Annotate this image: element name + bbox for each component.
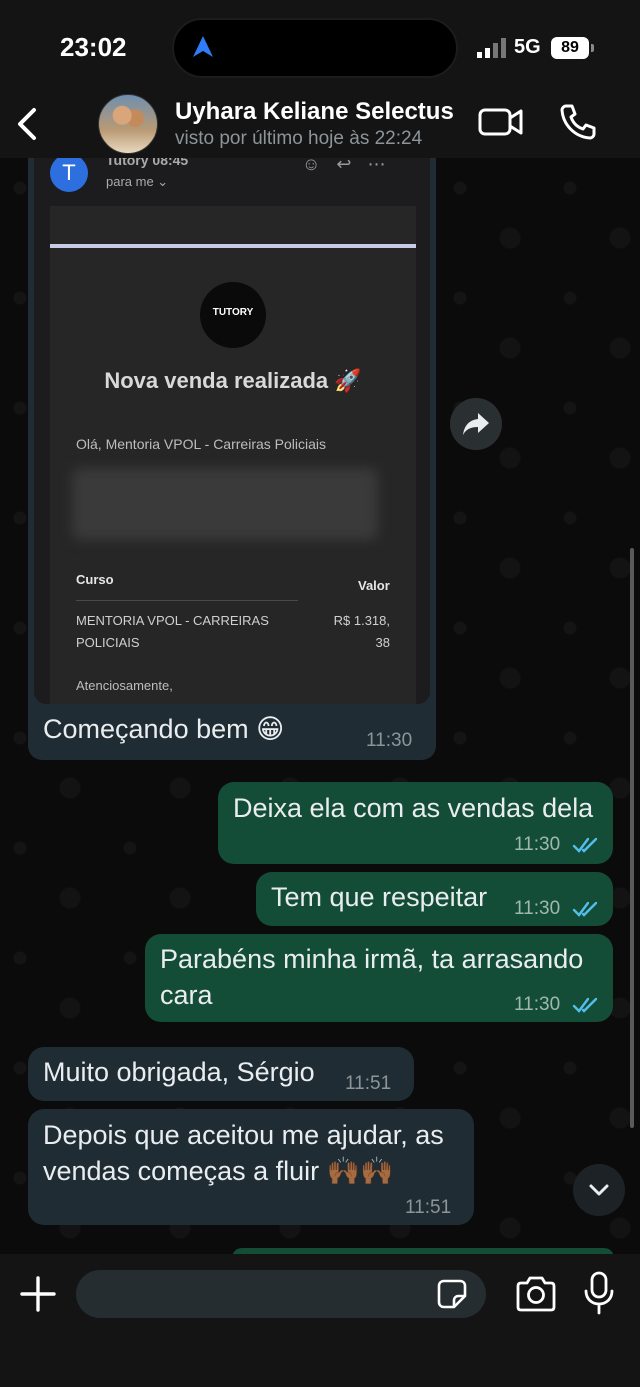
- battery-level: 89: [551, 37, 589, 59]
- last-seen-status: visto por último hoje às 22:24: [175, 128, 423, 149]
- read-ticks-icon: [572, 901, 598, 917]
- network-type: 5G: [514, 36, 541, 58]
- sticker-icon[interactable]: [436, 1278, 468, 1310]
- email-recipient: para me ⌄: [106, 174, 169, 189]
- outgoing-message[interactable]: Parabéns minha irmã, ta arrasando cara 1…: [145, 934, 613, 1022]
- email-sender-avatar: T: [50, 158, 88, 192]
- blurred-content: [72, 468, 378, 540]
- message-time: 11:30: [514, 898, 561, 919]
- chat-header: Uyhara Keliane Selectus visto por último…: [0, 90, 640, 158]
- email-header-bar: [50, 244, 416, 248]
- contact-name[interactable]: Uyhara Keliane Selectus: [175, 98, 454, 126]
- course-column-header: Curso: [76, 572, 114, 587]
- scrollbar[interactable]: [630, 548, 634, 1128]
- message-input-bar: [0, 1254, 640, 1387]
- forward-icon[interactable]: [450, 398, 502, 450]
- signal-icon: [477, 38, 506, 58]
- value-column-header: Valor: [358, 578, 390, 593]
- battery-tip: [591, 44, 594, 52]
- message-text: Muito obrigada, Sérgio: [43, 1057, 315, 1087]
- email-headline: Nova venda realizada 🚀: [104, 368, 362, 393]
- contact-avatar[interactable]: [98, 94, 158, 154]
- message-text: Depois que aceitou me ajudar, as vendas …: [43, 1120, 444, 1186]
- incoming-message[interactable]: Depois que aceitou me ajudar, as vendas …: [28, 1109, 474, 1225]
- image-caption: Começando bem 😁: [43, 714, 285, 744]
- table-divider: [76, 600, 298, 601]
- course-price: R$ 1.318, 38: [333, 613, 390, 650]
- incoming-message[interactable]: Muito obrigada, Sérgio 11:51: [28, 1047, 414, 1101]
- microphone-icon[interactable]: [582, 1270, 616, 1316]
- read-ticks-icon: [572, 837, 598, 853]
- video-call-icon[interactable]: [478, 104, 524, 140]
- plus-icon[interactable]: [18, 1274, 58, 1314]
- chat-area[interactable]: T Tutory 08:45 para me ⌄ ☺↩⋯ TUTORY Nova…: [0, 158, 640, 1254]
- message-time: 11:30: [366, 730, 413, 751]
- back-arrow-icon[interactable]: [10, 102, 46, 146]
- email-signoff: Atenciosamente,: [76, 678, 173, 693]
- email-screenshot[interactable]: T Tutory 08:45 para me ⌄ ☺↩⋯ TUTORY Nova…: [34, 158, 430, 704]
- status-time: 23:02: [60, 32, 127, 62]
- message-text: Deixa ela com as vendas dela: [233, 793, 594, 823]
- status-bar: 23:02 5G 89: [0, 0, 640, 90]
- camera-icon[interactable]: [514, 1274, 558, 1314]
- email-sender: Tutory 08:45: [106, 158, 189, 168]
- message-time: 11:30: [514, 994, 561, 1015]
- image-message[interactable]: T Tutory 08:45 para me ⌄ ☺↩⋯ TUTORY Nova…: [28, 158, 436, 760]
- message-time: 11:30: [514, 834, 561, 855]
- chevron-down-icon[interactable]: [573, 1164, 625, 1216]
- email-body: TUTORY Nova venda realizada 🚀 Olá, Mento…: [50, 206, 416, 704]
- message-time: 11:51: [345, 1073, 392, 1094]
- outgoing-message[interactable]: Deixa ela com as vendas dela 11:30: [218, 782, 613, 864]
- message-input[interactable]: [76, 1270, 486, 1318]
- read-ticks-icon: [572, 997, 598, 1013]
- phone-icon[interactable]: [558, 102, 598, 142]
- tutory-logo: TUTORY: [200, 282, 266, 348]
- tutory-logo-text: TUTORY: [212, 307, 254, 318]
- email-greeting: Olá, Mentoria VPOL - Carreiras Policiais: [76, 436, 327, 452]
- message-text: Tem que respeitar: [271, 882, 488, 912]
- outgoing-message[interactable]: Tem que respeitar 11:30: [256, 872, 613, 926]
- message-time: 11:51: [405, 1197, 452, 1218]
- navigation-arrow-icon: [193, 36, 213, 57]
- email-action-icons: ☺↩⋯: [302, 158, 402, 174]
- course-name: MENTORIA VPOL - CARREIRAS POLICIAIS: [76, 613, 269, 650]
